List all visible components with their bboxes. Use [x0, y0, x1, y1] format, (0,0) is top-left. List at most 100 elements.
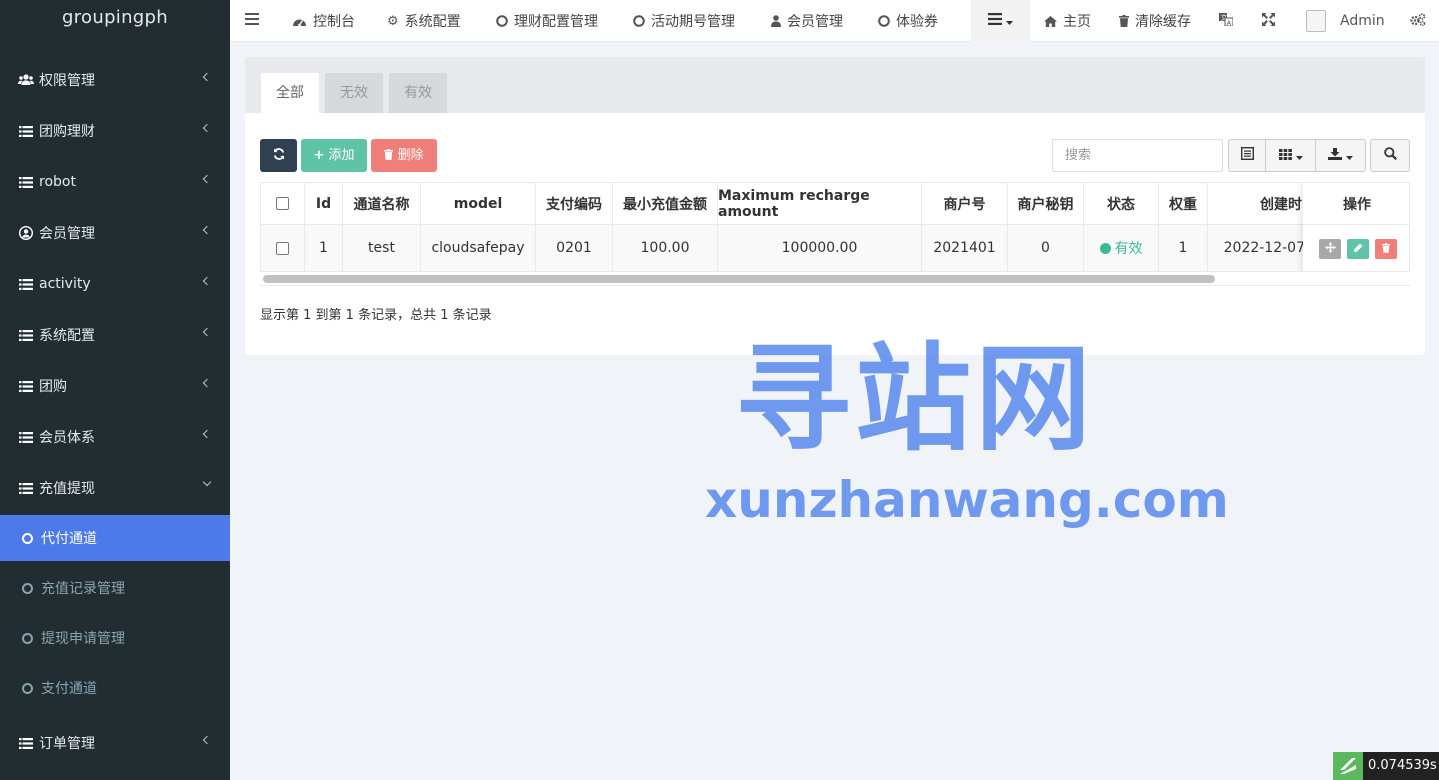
sidebar-item-system-config[interactable]: 系统配置 — [0, 310, 230, 360]
table-cell: test — [343, 225, 421, 271]
user-circle-icon — [18, 226, 34, 240]
select-all-checkbox[interactable] — [276, 197, 289, 210]
circle-icon — [22, 632, 33, 644]
download-icon — [1328, 147, 1342, 164]
sidebar-item-activity[interactable]: activity — [0, 259, 230, 309]
horizontal-scrollbar[interactable] — [263, 275, 1215, 283]
column-header[interactable]: 商户号 — [922, 183, 1008, 225]
column-header[interactable]: Id — [305, 183, 343, 225]
data-table: Id 通道名称 model 支付编码 最小充值金额 Maximum rechar… — [260, 182, 1410, 272]
sidebar-subitem-payment-channel[interactable]: 支付通道 — [0, 665, 230, 711]
gear-icon: ⚙ — [387, 13, 399, 29]
circle-icon — [22, 532, 33, 544]
column-header[interactable]: 通道名称 — [343, 183, 421, 225]
sidebar-subitem-recharge-records[interactable]: 充值记录管理 — [0, 565, 230, 611]
search-button[interactable] — [1370, 139, 1410, 172]
list-icon — [18, 329, 34, 341]
sidebar-item-label: 团购 — [39, 379, 67, 395]
timer-value: 0.074539s — [1363, 752, 1439, 780]
settings-button[interactable] — [1410, 0, 1426, 42]
export-dropdown[interactable] — [1315, 139, 1366, 172]
users-icon — [18, 74, 34, 86]
circle-icon — [22, 582, 33, 594]
drag-sort-button[interactable] — [1319, 239, 1341, 259]
column-header[interactable]: 最小充值金额 — [613, 183, 718, 225]
chevron-left-icon — [202, 123, 212, 133]
clear-cache-button[interactable]: 清除缓存 — [1119, 0, 1191, 42]
list-icon — [18, 380, 34, 392]
topnav-dashboard[interactable]: 控制台 — [292, 0, 355, 42]
edit-button[interactable] — [1347, 239, 1369, 259]
cogs-icon — [1410, 12, 1426, 30]
plus-icon: + — [313, 148, 325, 163]
sidebar-item-recharge-withdraw[interactable]: 充值提现 — [0, 463, 230, 513]
search-input[interactable] — [1052, 139, 1223, 172]
row-checkbox[interactable] — [276, 241, 289, 255]
refresh-icon — [273, 148, 285, 163]
column-header[interactable]: 创建时 — [1208, 183, 1311, 225]
caret-down-icon — [1295, 148, 1303, 164]
table-cell: 0 — [1008, 225, 1084, 271]
delete-button[interactable]: 删除 — [371, 139, 437, 172]
topnav-more-dropdown[interactable] — [971, 0, 1030, 42]
topnav-finance-config[interactable]: 理财配置管理 — [496, 0, 598, 42]
topnav-system-config[interactable]: ⚙ 系统配置 — [387, 0, 461, 42]
sidebar-item-label: 订单管理 — [39, 736, 95, 752]
caret-down-icon — [1006, 13, 1013, 29]
column-header[interactable]: 支付编码 — [536, 183, 613, 225]
list-icon — [988, 13, 1002, 29]
sidebar-item-permissions[interactable]: 权限管理 — [0, 55, 230, 105]
table-cell: 1 — [1159, 225, 1208, 271]
column-header[interactable]: 商户秘钥 — [1008, 183, 1084, 225]
sidebar-subitem-withdraw-requests[interactable]: 提现申请管理 — [0, 615, 230, 661]
sidebar-item-robot[interactable]: robot — [0, 157, 230, 207]
user-name: Admin — [1340, 13, 1385, 29]
topnav-home[interactable]: 主页 — [1044, 0, 1091, 42]
sidebar-subitem-label: 提现申请管理 — [41, 631, 125, 647]
topnav-label: 体验券 — [896, 14, 938, 30]
refresh-button[interactable] — [260, 139, 297, 172]
chevron-left-icon — [202, 429, 212, 439]
circle-icon — [22, 682, 33, 694]
topnav-activity-periods[interactable]: 活动期号管理 — [633, 0, 735, 42]
sidebar-subitem-payout-channel[interactable]: 代付通道 — [0, 515, 230, 561]
topnav-coupons[interactable]: 体验券 — [878, 0, 938, 42]
tab-all[interactable]: 全部 — [261, 73, 319, 113]
status-dot-icon — [1099, 242, 1111, 254]
debug-timer[interactable]: 0.074539s — [1333, 752, 1439, 780]
sidebar-item-member-system[interactable]: 会员体系 — [0, 412, 230, 462]
column-header[interactable]: 权重 — [1159, 183, 1208, 225]
column-header: 操作 — [1303, 183, 1409, 225]
add-button[interactable]: + 添加 — [301, 139, 367, 172]
fullscreen-button[interactable] — [1262, 0, 1275, 42]
toggle-view-button[interactable] — [1228, 139, 1266, 172]
debug-logo-icon — [1333, 752, 1363, 780]
delete-row-button[interactable] — [1375, 239, 1397, 259]
list-icon — [18, 431, 34, 443]
tab-invalid[interactable]: 无效 — [325, 73, 383, 113]
column-header[interactable]: Maximum recharge amount — [718, 183, 922, 225]
column-header[interactable]: model — [421, 183, 536, 225]
sidebar-subitem-label: 支付通道 — [41, 681, 97, 697]
circle-icon — [633, 15, 645, 27]
sidebar-toggle-button[interactable] — [245, 0, 259, 42]
table-cell: cloudsafepay — [421, 225, 536, 271]
topnav-label: 系统配置 — [404, 14, 461, 30]
select-all-cell — [261, 183, 305, 225]
language-button[interactable]: 文A — [1219, 0, 1234, 42]
sidebar-item-group-buy[interactable]: 团购 — [0, 361, 230, 411]
user-menu[interactable]: Admin — [1306, 0, 1385, 42]
table-cell: 1 — [305, 225, 343, 271]
topnav-members[interactable]: 会员管理 — [771, 0, 843, 42]
column-header[interactable]: 状态 — [1084, 183, 1159, 225]
tab-valid[interactable]: 有效 — [389, 73, 447, 113]
avatar — [1306, 10, 1326, 32]
columns-dropdown[interactable] — [1265, 139, 1316, 172]
sidebar-item-orders[interactable]: 订单管理 — [0, 718, 230, 768]
sidebar-item-members[interactable]: 会员管理 — [0, 208, 230, 258]
sidebar-item-label: 团购理财 — [39, 124, 95, 140]
row-select-cell — [261, 225, 305, 271]
search-icon — [1383, 147, 1397, 164]
move-icon — [1324, 242, 1336, 256]
sidebar-item-group-finance[interactable]: 团购理财 — [0, 106, 230, 156]
